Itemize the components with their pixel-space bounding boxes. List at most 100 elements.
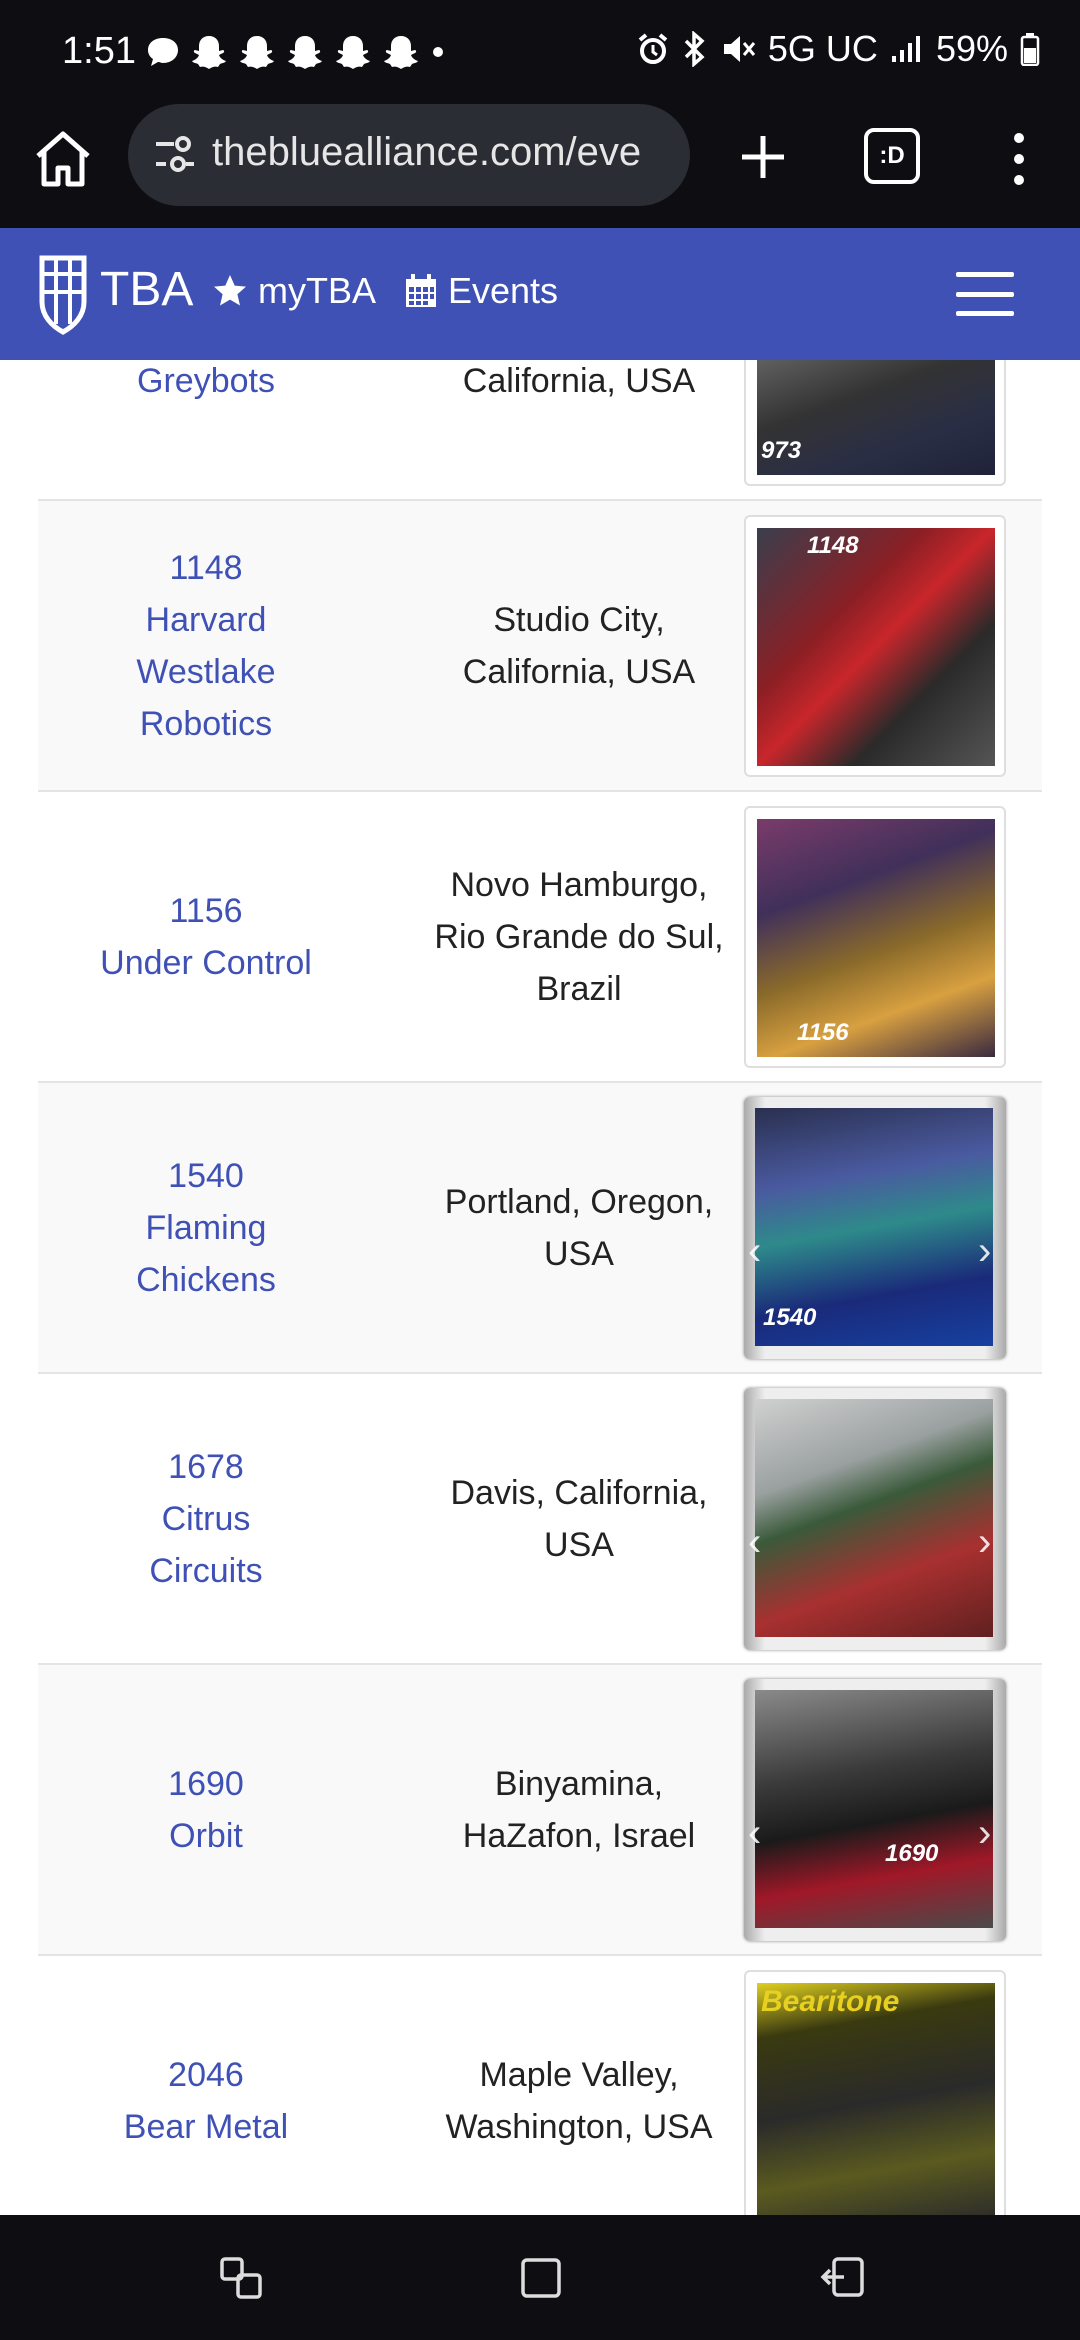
status-right: 5G UC 59% [636, 28, 1040, 70]
team-photo[interactable]: 1148 [744, 515, 1006, 777]
carousel-next-icon[interactable]: › [978, 1522, 1002, 1562]
team-name[interactable]: Greybots [137, 360, 275, 407]
carousel-next-icon[interactable]: › [978, 1813, 1002, 1853]
snapchat-icon [192, 36, 226, 69]
team-link[interactable]: 1156 Under Control [100, 885, 312, 989]
nav-mytba-link[interactable]: myTBA [212, 270, 376, 312]
photo-label: 973 [761, 437, 802, 464]
system-navigation-bar [0, 2215, 1080, 2340]
team-photo[interactable]: 973 [744, 360, 1006, 486]
team-location: Portland, Oregon, USA [374, 1083, 784, 1372]
robot-photo[interactable]: 1148 [757, 528, 995, 766]
tba-logo-icon[interactable] [38, 252, 88, 336]
message-icon [148, 38, 178, 66]
team-link[interactable]: 1678 Citrus Circuits [116, 1441, 296, 1597]
hamburger-menu-icon[interactable] [956, 272, 1014, 316]
star-icon [214, 275, 246, 306]
bluetooth-icon [684, 31, 705, 67]
team-link[interactable]: 1690 Orbit [168, 1758, 244, 1862]
team-cell: 1678 Citrus Circuits [38, 1374, 374, 1663]
table-row: 1678 Citrus Circuits Davis, California, US… [38, 1374, 1042, 1665]
new-tab-icon[interactable] [730, 124, 796, 190]
robot-photo[interactable]: 1156 [757, 819, 995, 1057]
home-icon[interactable] [30, 126, 96, 192]
table-row: 1690 Orbit Binyamina, HaZafon, Israel 1690 ‹… [38, 1665, 1042, 1956]
table-row: 1148 Harvard Westlake Robotics Studio City… [38, 501, 1042, 792]
team-number[interactable]: 1678 [116, 1441, 296, 1493]
nav-events-link[interactable]: Events [404, 270, 558, 312]
team-link[interactable]: 1148 Harvard Westlake Robotics [106, 542, 306, 750]
address-bar[interactable]: thebluealliance.com/eve [128, 104, 690, 206]
carousel-prev-icon[interactable]: ‹ [748, 1813, 772, 1853]
team-cell: 973Greybots [38, 360, 374, 499]
team-name[interactable]: Bear Metal [124, 2101, 288, 2153]
photo-label: 1540 [763, 1304, 817, 1331]
team-number[interactable]: 2046 [124, 2049, 288, 2101]
team-location: Maple Valley, Washington, USA [374, 1956, 784, 2215]
location-text: Atascadero, California, USA [462, 361, 696, 400]
team-link[interactable]: 973Greybots [137, 360, 275, 407]
table-row: 973GreybotsAtascadero, California, USA97… [38, 360, 1042, 501]
table-row: 2046 Bear Metal Maple Valley, Washington, … [38, 1956, 1042, 2215]
robot-photo[interactable]: 1690 [755, 1690, 993, 1928]
home-nav-icon[interactable] [518, 2255, 564, 2301]
url-text[interactable]: thebluealliance.com/eve [212, 130, 672, 175]
network-label: 5G UC [767, 28, 878, 69]
location-text: Novo Hamburgo, Rio Grande do Sul, Brazil [434, 865, 724, 1008]
team-photo[interactable]: Bearitone [744, 1970, 1006, 2215]
tab-count: :D [879, 142, 905, 169]
team-cell: 1540 Flaming Chickens [38, 1083, 374, 1372]
team-location: Atascadero, California, USA [374, 360, 784, 499]
team-cell: 1148 Harvard Westlake Robotics [38, 501, 374, 790]
robot-photo[interactable] [755, 1399, 993, 1637]
team-name[interactable]: Orbit [168, 1810, 244, 1862]
carousel-prev-icon[interactable]: ‹ [748, 1231, 772, 1271]
team-location: Binyamina, HaZafon, Israel [374, 1665, 784, 1954]
team-number[interactable]: 1540 [116, 1150, 296, 1202]
team-name[interactable]: Citrus Circuits [116, 1493, 296, 1597]
team-name[interactable]: Harvard Westlake Robotics [106, 594, 306, 750]
tba-brand[interactable]: TBA [100, 262, 193, 317]
recent-apps-icon[interactable] [218, 2255, 264, 2301]
team-number[interactable]: 1690 [168, 1758, 244, 1810]
dot-icon [433, 47, 443, 57]
team-photo[interactable]: 1156 [744, 806, 1006, 1068]
team-number[interactable]: 1148 [106, 542, 306, 594]
team-name[interactable]: Flaming Chickens [116, 1202, 296, 1306]
robot-photo[interactable]: Bearitone [757, 1983, 995, 2215]
tab-switcher-button[interactable]: :D [864, 128, 920, 184]
location-text: Portland, Oregon, USA [444, 1182, 714, 1273]
team-name[interactable]: Under Control [100, 937, 312, 989]
carousel-next-icon[interactable]: › [978, 1231, 1002, 1271]
more-options-icon[interactable] [994, 126, 1044, 192]
team-location: Studio City, California, USA [374, 501, 784, 790]
photo-label: 1156 [797, 1019, 849, 1046]
robot-photo[interactable]: 973 [757, 360, 995, 475]
snapchat-icon [288, 36, 322, 69]
team-photo-carousel[interactable]: ‹ › [744, 1388, 1006, 1650]
browser-toolbar: thebluealliance.com/eve :D [0, 100, 1080, 228]
team-location: Novo Hamburgo, Rio Grande do Sul, Brazil [374, 792, 784, 1081]
status-time: 1:51 [62, 30, 136, 72]
table-row: 1156 Under Control Novo Hamburgo, Rio Gran… [38, 792, 1042, 1083]
back-icon[interactable] [820, 2255, 866, 2301]
team-photo-carousel[interactable]: 1690 ‹ › [744, 1679, 1006, 1941]
photo-label: 1148 [807, 532, 859, 559]
robot-photo[interactable]: 1540 [755, 1108, 993, 1346]
calendar-icon [406, 274, 436, 307]
snapchat-icon [240, 36, 274, 69]
team-list-container: 973GreybotsAtascadero, California, USA97… [0, 360, 1080, 2215]
team-photo-carousel[interactable]: 1540 ‹ › [744, 1097, 1006, 1359]
mute-icon [723, 36, 756, 62]
team-link[interactable]: 1540 Flaming Chickens [116, 1150, 296, 1306]
location-text: Maple Valley, Washington, USA [445, 2055, 713, 2146]
site-settings-icon[interactable] [152, 134, 196, 174]
status-bar: 1:51 5G UC 59% [0, 0, 1080, 100]
alarm-icon [638, 33, 668, 64]
carousel-prev-icon[interactable]: ‹ [748, 1522, 772, 1562]
team-number[interactable]: 1156 [100, 885, 312, 937]
team-cell: 2046 Bear Metal [38, 1956, 374, 2215]
snapchat-icon [384, 36, 418, 69]
team-link[interactable]: 2046 Bear Metal [124, 2049, 288, 2153]
team-cell: 1690 Orbit [38, 1665, 374, 1954]
